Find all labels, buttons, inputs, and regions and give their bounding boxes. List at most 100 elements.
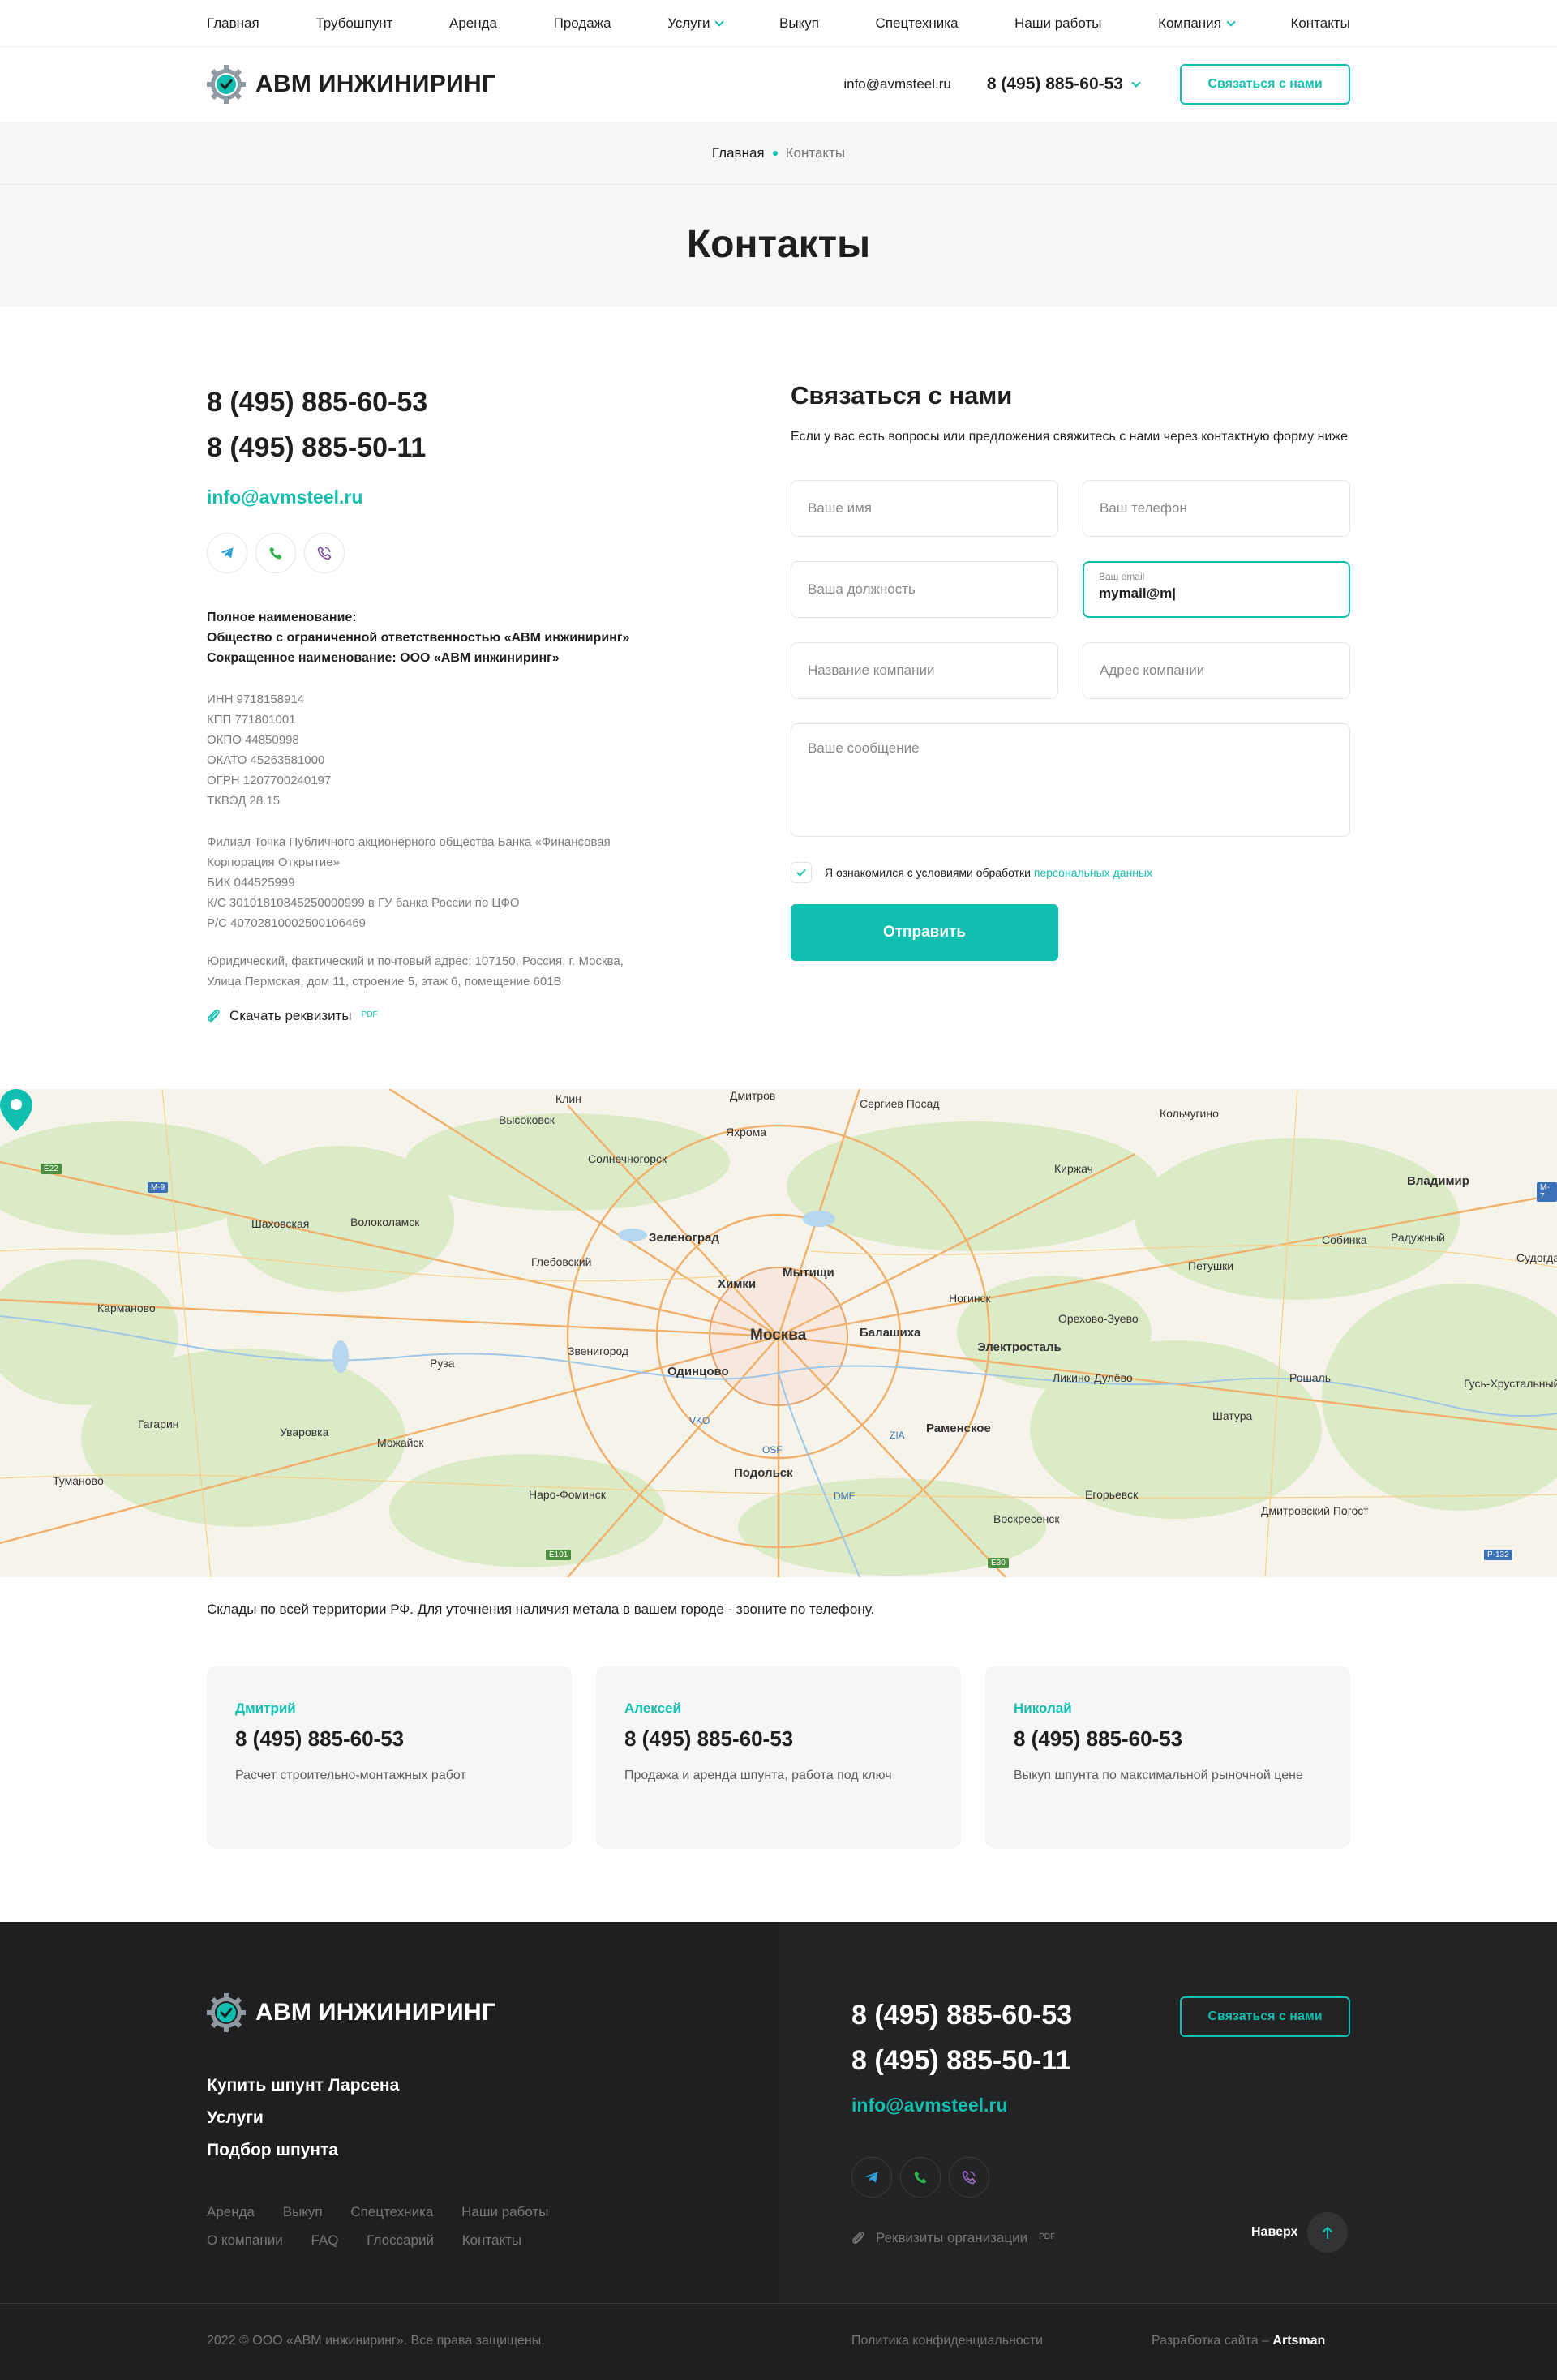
logo[interactable]: АВМ ИНЖИНИРИНГ xyxy=(207,65,495,104)
paperclip-icon xyxy=(208,1009,220,1022)
telegram-icon[interactable] xyxy=(851,2157,892,2198)
message-textarea[interactable] xyxy=(791,723,1350,837)
map-label: Шаховская xyxy=(251,1217,310,1230)
name-input[interactable] xyxy=(791,480,1058,537)
nav-pipe-sheet[interactable]: Трубошпунт xyxy=(315,15,392,32)
nav-machinery[interactable]: Спецтехника xyxy=(876,15,959,32)
footer-small-link[interactable]: Спецтехника xyxy=(350,2204,433,2219)
footer-email-link[interactable]: info@avmsteel.ru xyxy=(851,2095,1072,2116)
map-label: Высоковск xyxy=(499,1113,555,1126)
consent-checkbox[interactable] xyxy=(791,862,812,883)
privacy-policy-link[interactable]: Политика конфиденциальности xyxy=(851,2334,1043,2348)
footer-contact-us-button[interactable]: Связаться с нами xyxy=(1180,1996,1350,2037)
breadcrumb-home[interactable]: Главная xyxy=(712,145,765,161)
developer-credit[interactable]: Разработка сайта – Artsman xyxy=(1152,2334,1325,2348)
personal-data-link[interactable]: персональных данных xyxy=(1034,866,1152,879)
footer-social-links xyxy=(851,2157,1072,2198)
map-label: Ликино-Дулёво xyxy=(1053,1371,1133,1384)
footer-small-link[interactable]: Контакты xyxy=(462,2232,521,2248)
managers-list: Дмитрий 8 (495) 885-60-53 Расчет строите… xyxy=(207,1666,1350,1849)
map-label: Егорьевск xyxy=(1085,1488,1139,1501)
gear-check-logo-icon xyxy=(207,65,246,104)
map-label: Сергиев Посад xyxy=(860,1097,940,1110)
footer-phone-secondary[interactable]: 8 (495) 885-50-11 xyxy=(851,2038,1072,2083)
map-label: Звенигород xyxy=(568,1344,629,1357)
viber-icon[interactable] xyxy=(949,2157,989,2198)
viber-icon[interactable] xyxy=(304,533,345,573)
map-label: Уваровка xyxy=(280,1426,329,1439)
header-phone[interactable]: 8 (495) 885-60-53 xyxy=(987,75,1141,94)
scroll-to-top[interactable]: Наверх xyxy=(1251,2212,1349,2253)
map-label: Наро-Фоминск xyxy=(529,1488,606,1501)
phone-call-icon[interactable] xyxy=(255,533,296,573)
nav-buyback[interactable]: Выкуп xyxy=(779,15,819,32)
footer-logo[interactable]: АВМ ИНЖИНИРИНГ xyxy=(207,1993,495,2032)
road-sign: P-132 xyxy=(1484,1550,1512,1560)
company-name-input[interactable] xyxy=(791,642,1058,699)
nav-services[interactable]: Услуги xyxy=(667,15,725,32)
download-requisites-link[interactable]: Скачать реквизиты PDF xyxy=(207,1008,661,1024)
location-pin-icon[interactable] xyxy=(0,1089,32,1131)
position-input[interactable] xyxy=(791,561,1058,618)
email-link[interactable]: info@avmsteel.ru xyxy=(207,487,661,508)
legal-address: Юридический, фактический и почтовый адре… xyxy=(207,954,624,988)
footer-small-link[interactable]: Глоссарий xyxy=(367,2232,434,2248)
brand-name: АВМ ИНЖИНИРИНГ xyxy=(255,71,496,97)
phone-primary[interactable]: 8 (495) 885-60-53 xyxy=(207,380,661,425)
map-label: Мытищи xyxy=(783,1266,834,1280)
nav-sale[interactable]: Продажа xyxy=(554,15,611,32)
phone-call-icon[interactable] xyxy=(900,2157,941,2198)
map-label: Собинка xyxy=(1322,1233,1367,1246)
map-label: Дмитров xyxy=(730,1089,776,1102)
company-info: 8 (495) 885-60-53 8 (495) 885-50-11 info… xyxy=(207,380,661,1024)
pdf-badge: PDF xyxy=(361,1010,378,1019)
map-label: Электросталь xyxy=(977,1340,1062,1354)
manager-card: Николай 8 (495) 885-60-53 Выкуп шпунта п… xyxy=(985,1666,1350,1849)
telegram-icon[interactable] xyxy=(207,533,247,573)
contact-form: Связаться с нами Если у вас есть вопросы… xyxy=(791,380,1350,961)
nav-our-works[interactable]: Наши работы xyxy=(1014,15,1101,32)
submit-button[interactable]: Отправить xyxy=(791,904,1058,961)
footer-small-link[interactable]: Выкуп xyxy=(283,2204,323,2219)
map-label: Одинцово xyxy=(667,1365,729,1379)
footer-small-link[interactable]: Аренда xyxy=(207,2204,255,2219)
footer-link[interactable]: Купить шпунт Ларсена xyxy=(207,2069,399,2102)
footer-small-link[interactable]: Наши работы xyxy=(461,2204,548,2219)
form-description: Если у вас есть вопросы или предложения … xyxy=(791,430,1348,444)
footer-small-link[interactable]: О компании xyxy=(207,2232,283,2248)
map-label: Владимир xyxy=(1407,1174,1469,1188)
paperclip-icon xyxy=(852,2231,864,2244)
site-footer: АВМ ИНЖИНИРИНГ Купить шпунт Ларсена Услу… xyxy=(0,1922,1557,2380)
nav-company[interactable]: Компания xyxy=(1158,15,1236,32)
nav-home[interactable]: Главная xyxy=(207,15,260,32)
map-label: Зеленоград xyxy=(649,1231,719,1245)
contact-us-button[interactable]: Связаться с нами xyxy=(1180,64,1350,105)
footer-small-link[interactable]: FAQ xyxy=(311,2232,339,2248)
nav-rent[interactable]: Аренда xyxy=(449,15,497,32)
map-label: Радужный xyxy=(1391,1231,1445,1244)
footer-link[interactable]: Подбор шпунта xyxy=(207,2134,399,2167)
map[interactable]: Клин Высоковск Дмитров Яхрома Сергиев По… xyxy=(0,1089,1557,1577)
company-address-input[interactable] xyxy=(1083,642,1350,699)
social-links xyxy=(207,533,661,573)
footer-bottom-bar: 2022 © ООО «АВМ инжиниринг». Все права з… xyxy=(0,2303,1557,2380)
header-email[interactable]: info@avmsteel.ru xyxy=(843,76,951,92)
road-sign: E30 xyxy=(988,1558,1009,1568)
arrow-up-icon xyxy=(1307,2212,1349,2253)
email-field[interactable]: Ваш email mymail@m| xyxy=(1083,561,1350,618)
footer-requisites-link[interactable]: Реквизиты организации PDF xyxy=(851,2230,1072,2246)
breadcrumb-separator xyxy=(772,150,778,156)
map-label: Кольчугино xyxy=(1160,1107,1219,1120)
chevron-down-icon xyxy=(1131,77,1141,88)
phone-secondary[interactable]: 8 (495) 885-50-11 xyxy=(207,425,661,470)
nav-contacts[interactable]: Контакты xyxy=(1290,15,1349,32)
page-title: Контакты xyxy=(686,222,871,266)
footer-brand-name: АВМ ИНЖИНИРИНГ xyxy=(255,1999,496,2026)
phone-input[interactable] xyxy=(1083,480,1350,537)
site-header: АВМ ИНЖИНИРИНГ info@avmsteel.ru 8 (495) … xyxy=(0,47,1557,122)
footer-link[interactable]: Услуги xyxy=(207,2102,399,2134)
title-band: Контакты xyxy=(0,185,1557,307)
road-sign: E101 xyxy=(546,1550,572,1560)
footer-phone-primary[interactable]: 8 (495) 885-60-53 xyxy=(851,1992,1072,2038)
map-label: Можайск xyxy=(377,1436,424,1449)
